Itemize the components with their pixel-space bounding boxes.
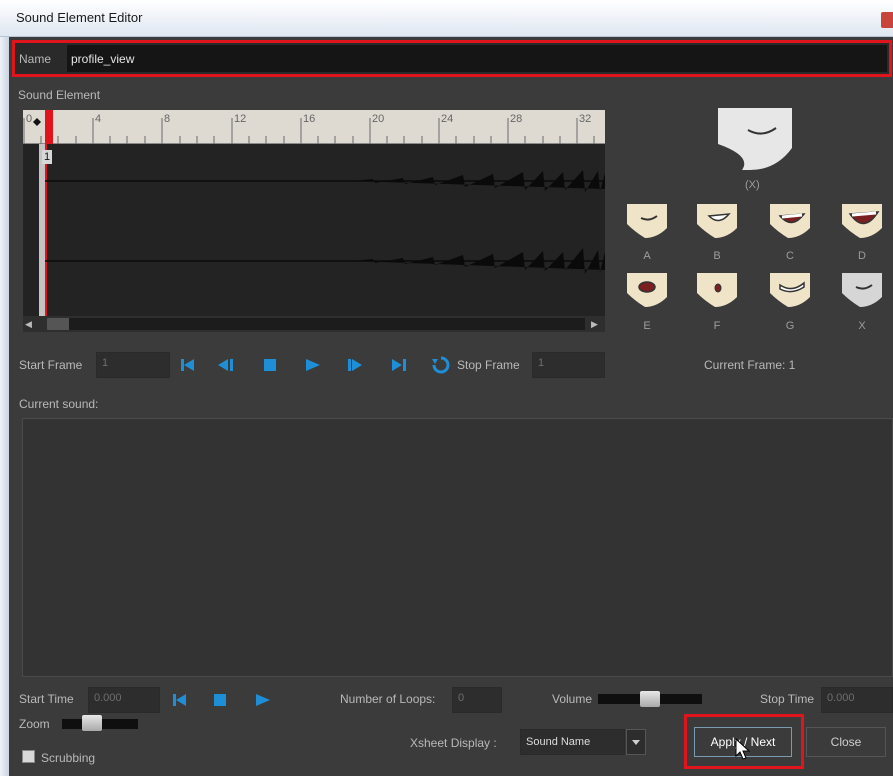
play-icon[interactable] (304, 355, 320, 375)
stop-frame-input[interactable]: 1 (532, 352, 605, 378)
start-time-label: Start Time (19, 692, 74, 706)
mouth-label-b: B (713, 250, 721, 262)
mouth-label-x: X (858, 320, 866, 332)
window-left-border (0, 37, 9, 776)
stop-time-input[interactable]: 0.000 (821, 687, 893, 713)
current-frame-readout: Current Frame: 1 (704, 358, 796, 372)
horizontal-scrollbar[interactable]: ◀ ▶ (23, 316, 605, 332)
sound-stop-icon[interactable] (214, 690, 230, 710)
stop-icon[interactable] (262, 355, 278, 375)
zoom-label: Zoom (19, 717, 50, 731)
stop-frame-label: Stop Frame (457, 358, 520, 372)
last-frame-icon[interactable] (390, 355, 406, 375)
name-label: Name (19, 52, 52, 66)
start-frame-label: Start Frame (19, 358, 83, 372)
mouse-cursor-icon (735, 738, 751, 760)
sound-play-icon[interactable] (256, 690, 272, 710)
mouth-e-icon[interactable] (627, 273, 667, 307)
name-row: Name profile_view (12, 40, 892, 77)
mouth-a-icon[interactable] (627, 204, 667, 238)
start-time-input[interactable]: 0.000 (88, 687, 160, 713)
mouth-g-icon[interactable] (770, 273, 810, 307)
waveform-graphic (45, 170, 605, 274)
ruler-ticks (23, 118, 595, 144)
xsheet-display-label: Xsheet Display : (410, 736, 497, 750)
scroll-right-icon[interactable]: ▶ (591, 318, 603, 330)
mouth-label-g: G (785, 320, 795, 332)
mouth-c-icon[interactable] (770, 204, 810, 238)
scroll-track[interactable] (69, 318, 585, 330)
xsheet-display-select[interactable]: Sound Name (520, 729, 625, 755)
close-window-icon[interactable] (881, 12, 893, 28)
loops-label: Number of Loops: (340, 692, 436, 706)
first-frame-icon[interactable] (180, 355, 196, 375)
sound-rewind-icon[interactable] (172, 690, 188, 710)
mouth-label-e: E (643, 320, 651, 332)
mouth-label-c: C (786, 250, 794, 262)
current-sound-label: Current sound: (19, 397, 99, 411)
sound-element-editor-window: Sound Element Editor Name profile_view S… (0, 0, 893, 776)
mouth-label-a: A (643, 250, 651, 262)
scrubbing-checkbox[interactable] (22, 750, 35, 763)
mouth-d-icon[interactable] (842, 204, 882, 238)
loop-icon[interactable] (430, 355, 452, 375)
scroll-thumb[interactable] (47, 318, 69, 330)
close-button[interactable]: Close (806, 727, 886, 757)
frame-ruler[interactable]: 0 4 8 12 16 20 24 28 32 (23, 110, 605, 144)
sound-element-label: Sound Element (18, 88, 101, 102)
window-title: Sound Element Editor (16, 10, 143, 25)
name-input[interactable]: profile_view (67, 45, 887, 72)
volume-label: Volume (552, 692, 593, 706)
stop-time-label: Stop Time (760, 692, 815, 706)
next-frame-icon[interactable] (346, 355, 362, 375)
volume-slider-thumb[interactable] (640, 691, 660, 707)
mouth-label-f: F (713, 320, 721, 332)
scrubbing-label: Scrubbing (41, 751, 96, 765)
current-mouth-preview-icon (718, 108, 792, 170)
chevron-down-icon[interactable] (626, 729, 646, 755)
mouth-f-icon[interactable] (697, 273, 737, 307)
mouth-b-icon[interactable] (697, 204, 737, 238)
start-frame-input[interactable]: 1 (96, 352, 170, 378)
title-bar: Sound Element Editor (0, 0, 893, 37)
mouth-label-d: D (858, 250, 866, 262)
zoom-slider-thumb[interactable] (82, 715, 102, 731)
current-mouth-label: (X) (745, 179, 760, 191)
playhead-handle[interactable] (45, 110, 53, 144)
current-sound-area (22, 418, 893, 677)
mouth-x-icon[interactable] (842, 273, 882, 307)
previous-frame-icon[interactable] (216, 355, 232, 375)
scroll-left-icon[interactable]: ◀ (25, 318, 37, 330)
loops-input[interactable]: 0 (452, 687, 502, 713)
waveform-track[interactable]: 1 (23, 144, 605, 316)
